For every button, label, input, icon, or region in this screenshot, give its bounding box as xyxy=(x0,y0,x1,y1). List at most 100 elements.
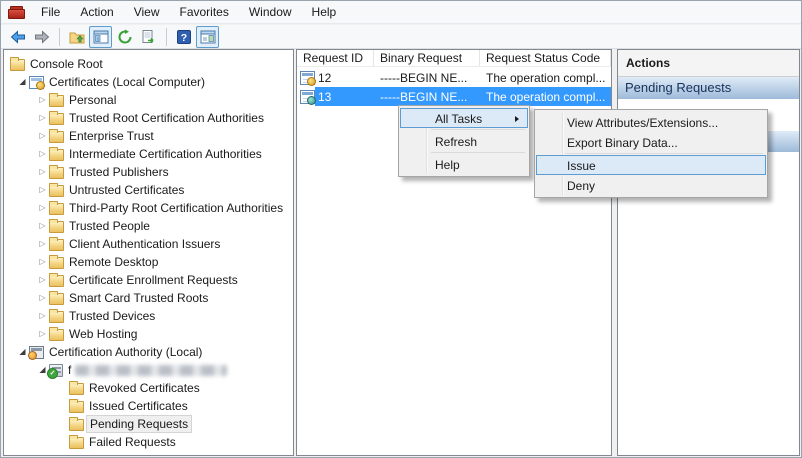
tree-item-enterprise-trust[interactable]: ▷Enterprise Trust xyxy=(4,127,293,145)
tree-selection-box: Pending Requests xyxy=(86,415,192,433)
tree-item-certificates-local-computer[interactable]: ◢Certificates (Local Computer) xyxy=(4,73,293,91)
expand-collapse-icon[interactable]: ▷ xyxy=(36,163,49,181)
submenu-export-binary-data[interactable]: Export Binary Data... xyxy=(536,132,766,152)
expand-collapse-icon[interactable]: ◢ xyxy=(16,73,29,91)
expand-collapse-icon[interactable]: ▷ xyxy=(36,199,49,217)
column-header-binary-request[interactable]: Binary Request xyxy=(374,50,480,66)
expand-collapse-icon[interactable]: ◢ xyxy=(16,343,29,361)
folder-icon xyxy=(49,149,64,161)
expand-collapse-icon[interactable]: ▷ xyxy=(36,109,49,127)
request-row-13[interactable]: 13 -----BEGIN NE... The operation compl.… xyxy=(297,87,611,106)
column-header-request-status-code[interactable]: Request Status Code xyxy=(480,50,611,66)
tree-item-third-party-root-certification-authorities[interactable]: ▷Third-Party Root Certification Authorit… xyxy=(4,199,293,217)
menu-action[interactable]: Action xyxy=(70,2,123,22)
context-menu-all-tasks[interactable]: All Tasks xyxy=(400,108,528,128)
expand-collapse-icon[interactable]: ▷ xyxy=(36,145,49,163)
expand-collapse-icon[interactable]: ▷ xyxy=(36,289,49,307)
menu-view[interactable]: View xyxy=(124,2,170,22)
tree-item-trusted-root-certification-authorities[interactable]: ▷Trusted Root Certification Authorities xyxy=(4,109,293,127)
toolbar-separator xyxy=(166,28,167,46)
redacted-ca-name xyxy=(75,365,227,376)
folder-icon xyxy=(49,329,64,341)
folder-icon xyxy=(69,383,84,395)
refresh-icon xyxy=(117,29,133,45)
refresh-button[interactable] xyxy=(113,26,136,48)
forward-button[interactable] xyxy=(30,26,53,48)
folder-icon xyxy=(10,59,25,71)
tree-item-failed-requests[interactable]: Failed Requests xyxy=(4,433,293,451)
pending-request-icon xyxy=(300,71,315,85)
tree-item-ca-server[interactable]: ◢f xyxy=(4,361,293,379)
expand-collapse-icon[interactable]: ▷ xyxy=(36,217,49,235)
menu-bar: File Action View Favorites Window Help xyxy=(1,1,801,24)
svg-text:?: ? xyxy=(180,32,186,44)
tree-item-trusted-people[interactable]: ▷Trusted People xyxy=(4,217,293,235)
folder-icon xyxy=(49,167,64,179)
expand-collapse-icon[interactable]: ▷ xyxy=(36,235,49,253)
tree-item-smart-card-trusted-roots[interactable]: ▷Smart Card Trusted Roots xyxy=(4,289,293,307)
expand-collapse-icon[interactable]: ▷ xyxy=(36,91,49,109)
expand-collapse-icon[interactable]: ▷ xyxy=(36,271,49,289)
export-list-icon xyxy=(141,29,157,45)
tree-item-issued-certificates[interactable]: Issued Certificates xyxy=(4,397,293,415)
expand-collapse-icon[interactable]: ▷ xyxy=(36,181,49,199)
folder-icon xyxy=(69,437,84,449)
folder-icon xyxy=(49,95,64,107)
menu-separator xyxy=(431,129,525,130)
column-header-request-id[interactable]: Request ID xyxy=(297,50,374,66)
tree-item-certification-authority-local[interactable]: ◢Certification Authority (Local) xyxy=(4,343,293,361)
tree-item-console-root[interactable]: Console Root xyxy=(4,55,293,73)
folder-icon xyxy=(49,257,64,269)
tree-item-trusted-devices[interactable]: ▷Trusted Devices xyxy=(4,307,293,325)
menu-help[interactable]: Help xyxy=(302,2,347,22)
folder-icon xyxy=(69,419,84,431)
submenu-issue[interactable]: Issue xyxy=(536,155,766,175)
menu-file[interactable]: File xyxy=(31,2,70,22)
tree-item-untrusted-certificates[interactable]: ▷Untrusted Certificates xyxy=(4,181,293,199)
context-menu: All Tasks Refresh Help xyxy=(398,105,530,177)
tree-item-personal[interactable]: ▷Personal xyxy=(4,91,293,109)
actions-section-pending-requests[interactable]: Pending Requests xyxy=(618,77,799,100)
show-action-pane-button[interactable] xyxy=(196,26,219,48)
tree-item-web-hosting[interactable]: ▷Web Hosting xyxy=(4,325,293,343)
mmc-console-icon xyxy=(8,5,25,20)
show-console-tree-icon xyxy=(93,29,109,45)
help-button[interactable]: ? xyxy=(172,26,195,48)
submenu-deny[interactable]: Deny xyxy=(536,175,766,195)
folder-icon xyxy=(49,239,64,251)
submenu-view-attributes-extensions[interactable]: View Attributes/Extensions... xyxy=(536,112,766,132)
certificates-snapin-icon xyxy=(29,76,44,89)
back-button[interactable] xyxy=(6,26,29,48)
pending-request-icon xyxy=(300,90,315,104)
folder-icon xyxy=(49,203,64,215)
context-menu-help[interactable]: Help xyxy=(400,154,528,174)
menu-favorites[interactable]: Favorites xyxy=(170,2,239,22)
up-one-level-button[interactable] xyxy=(65,26,88,48)
request-row-12[interactable]: 12 -----BEGIN NE... The operation compl.… xyxy=(297,68,611,87)
help-icon: ? xyxy=(176,29,192,45)
tree-item-trusted-publishers[interactable]: ▷Trusted Publishers xyxy=(4,163,293,181)
tree-item-client-authentication-issuers[interactable]: ▷Client Authentication Issuers xyxy=(4,235,293,253)
expand-collapse-icon[interactable]: ▷ xyxy=(36,127,49,145)
tree-item-remote-desktop[interactable]: ▷Remote Desktop xyxy=(4,253,293,271)
expand-collapse-icon[interactable]: ▷ xyxy=(36,325,49,343)
menu-separator xyxy=(565,153,763,154)
back-icon xyxy=(10,29,26,45)
tree-item-pending-requests[interactable]: Pending Requests xyxy=(4,415,293,433)
tree-item-revoked-certificates[interactable]: Revoked Certificates xyxy=(4,379,293,397)
expand-collapse-icon[interactable]: ▷ xyxy=(36,307,49,325)
folder-icon xyxy=(49,185,64,197)
folder-icon xyxy=(49,311,64,323)
toolbar: ? xyxy=(1,25,801,49)
folder-icon xyxy=(49,293,64,305)
menu-window[interactable]: Window xyxy=(239,2,302,22)
toolbar-separator xyxy=(59,28,60,46)
all-tasks-submenu: View Attributes/Extensions... Export Bin… xyxy=(534,109,768,198)
tree-item-certificate-enrollment-requests[interactable]: ▷Certificate Enrollment Requests xyxy=(4,271,293,289)
expand-collapse-icon[interactable]: ▷ xyxy=(36,253,49,271)
show-console-tree-button[interactable] xyxy=(89,26,112,48)
export-list-button[interactable] xyxy=(137,26,160,48)
tree-item-intermediate-certification-authorities[interactable]: ▷Intermediate Certification Authorities xyxy=(4,145,293,163)
up-one-level-icon xyxy=(69,29,85,45)
context-menu-refresh[interactable]: Refresh xyxy=(400,131,528,151)
